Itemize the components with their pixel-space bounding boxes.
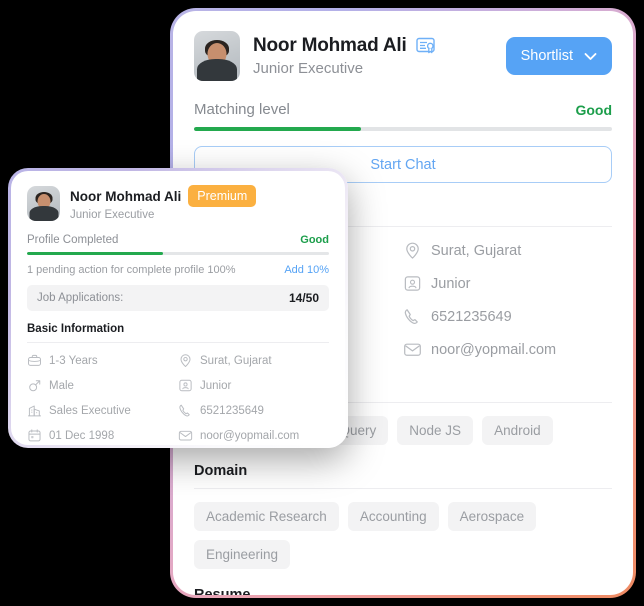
profile-completed-section: Profile Completed Good [27, 234, 329, 255]
info-item: Junior [403, 274, 612, 293]
info-item: 1-3 Years [27, 353, 178, 368]
profile-name: Noor Mohmad Ali [70, 188, 182, 204]
info-item: 6521235649 [178, 403, 329, 418]
info-item: 6521235649 [403, 307, 612, 326]
phone-icon [178, 403, 193, 418]
info-item-text: noor@yopmail.com [431, 341, 557, 358]
info-item-text: Surat, Gujarat [431, 242, 522, 259]
info-item: Male [27, 378, 178, 393]
profile-summary-card-body: Noor Mohmad Ali Premium Junior Executive… [11, 171, 345, 445]
info-item: noor@yopmail.com [403, 340, 612, 359]
matching-level-label: Matching level [194, 101, 290, 118]
info-item: Junior [178, 378, 329, 393]
profile-completed-progress-bar [27, 252, 329, 255]
chip: Node JS [397, 416, 474, 445]
pending-action-row: 1 pending action for complete profile 10… [27, 264, 329, 276]
chip: Academic Research [194, 502, 339, 531]
info-item-text: Male [49, 379, 74, 392]
building-icon [27, 403, 42, 418]
info-item: 01 Dec 1998 [27, 428, 178, 443]
divider [194, 488, 612, 489]
matching-level-value: Good [575, 101, 612, 118]
job-applications-label: Job Applications: [37, 292, 124, 304]
info-item: Surat, Gujarat [178, 353, 329, 368]
location-pin-icon [403, 241, 422, 260]
candidate-header: Noor Mohmad Ali Junior Executive Shortli… [194, 31, 612, 81]
profile-completed-value: Good [300, 234, 329, 246]
screen: Noor Mohmad Ali Junior Executive Shortli… [0, 0, 644, 606]
briefcase-icon [27, 353, 42, 368]
profile-role: Junior Executive [70, 209, 155, 221]
info-item-text: Junior [200, 379, 232, 392]
info-item-text: 6521235649 [200, 404, 264, 417]
chip: Android [482, 416, 553, 445]
shortlist-button[interactable]: Shortlist [505, 37, 612, 75]
matching-level-section: Matching level Good [194, 101, 612, 131]
shortlist-button-label: Shortlist [520, 48, 573, 64]
chip: Accounting [347, 502, 439, 531]
user-level-icon [403, 274, 422, 293]
matching-level-progress-bar [194, 127, 612, 131]
info-item-text: 01 Dec 1998 [49, 429, 115, 442]
job-applications-row: Job Applications: 14/50 [27, 285, 329, 311]
domain-chip-list: Academic Research Accounting Aerospace Engi… [194, 502, 612, 569]
user-level-icon [178, 378, 193, 393]
info-item: noor@yopmail.com [178, 428, 329, 443]
add-percent-link[interactable]: Add 10% [284, 264, 329, 276]
info-item-text: 6521235649 [431, 308, 512, 325]
profile-basic-information-title: Basic Information [27, 323, 125, 335]
envelope-icon [178, 428, 193, 443]
info-item-text: Sales Executive [49, 404, 131, 417]
phone-icon [403, 307, 422, 326]
info-item: Surat, Gujarat [403, 241, 612, 260]
candidate-identity: Noor Mohmad Ali Junior Executive [194, 31, 436, 81]
candidate-name: Noor Mohmad Ali [253, 35, 407, 56]
info-item: Sales Executive [27, 403, 178, 418]
info-item-text: 1-3 Years [49, 354, 98, 367]
avatar [194, 31, 240, 81]
profile-basic-information-grid: 1-3 Years Surat, Gujarat Male Junior Sales E… [27, 353, 329, 443]
domain-title: Domain [194, 463, 248, 479]
profile-header: Noor Mohmad Ali Premium Junior Executive [27, 185, 329, 221]
profile-summary-card: Noor Mohmad Ali Premium Junior Executive… [8, 168, 348, 448]
envelope-icon [403, 340, 422, 359]
divider [27, 342, 329, 343]
resume-title: Resume [194, 587, 251, 595]
info-item-text: noor@yopmail.com [200, 429, 300, 442]
male-gender-icon [27, 378, 42, 393]
pending-action-text: 1 pending action for complete profile 10… [27, 264, 236, 276]
chevron-down-icon [584, 52, 597, 61]
certificate-badge-icon [415, 37, 436, 55]
candidate-role: Junior Executive [253, 60, 364, 77]
chip: Aerospace [447, 502, 537, 531]
info-item-text: Surat, Gujarat [200, 354, 272, 367]
job-applications-value: 14/50 [288, 291, 319, 305]
profile-completed-label: Profile Completed [27, 234, 119, 246]
location-pin-icon [178, 353, 193, 368]
avatar [27, 185, 60, 221]
calendar-icon [27, 428, 42, 443]
chip: Engineering [194, 540, 291, 569]
info-item-text: Junior [431, 275, 471, 292]
premium-badge: Premium [188, 185, 257, 207]
